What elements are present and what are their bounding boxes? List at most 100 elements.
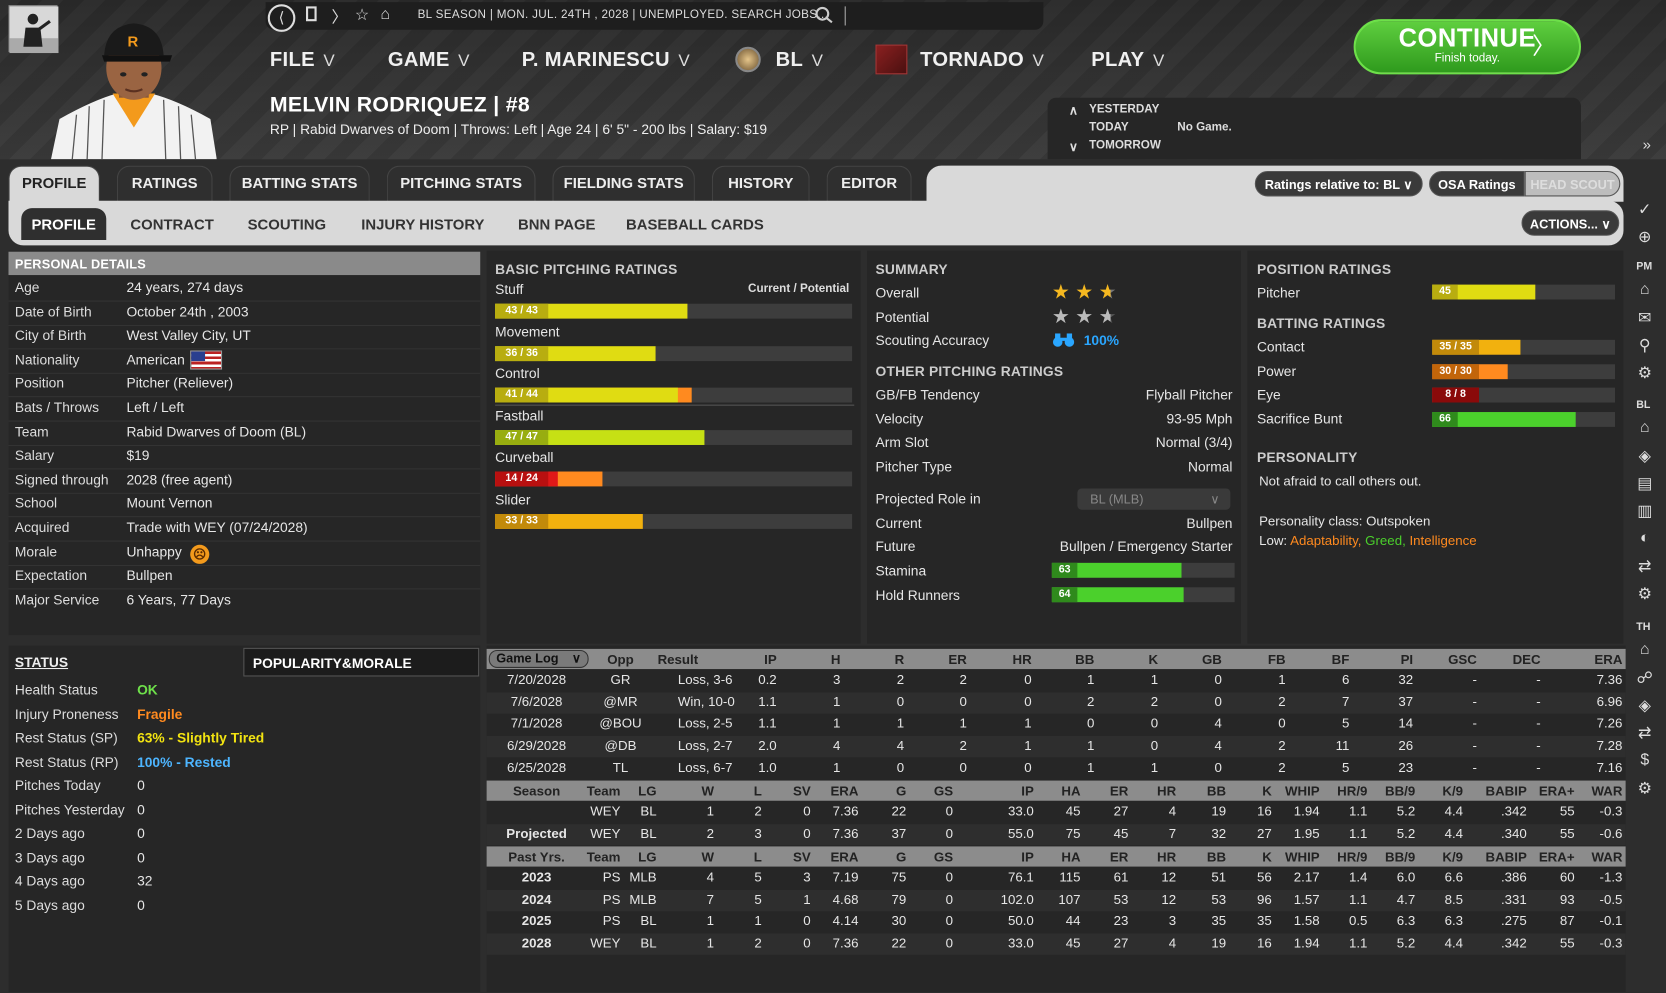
- gear-icon[interactable]: ⚙: [1634, 778, 1655, 798]
- transfer-icon[interactable]: ⇄: [1634, 723, 1655, 742]
- nav-league[interactable]: BL V: [776, 49, 824, 72]
- status-label: 5 Days ago: [14, 896, 85, 913]
- nav-play[interactable]: PLAY V: [1091, 49, 1164, 72]
- ratings-relative-dropdown[interactable]: Ratings relative to: BL ∨: [1254, 170, 1423, 197]
- home-icon[interactable]: ⌂: [1634, 640, 1655, 658]
- game-status-text: BL SEASON | MON. JUL. 24TH , 2028 | UNEM…: [417, 8, 829, 22]
- check-icon[interactable]: ✓: [1634, 200, 1655, 219]
- search-icon[interactable]: ⚲: [1634, 336, 1655, 355]
- gamelog-cell: 4: [896, 738, 905, 754]
- gamelog-cell: 5: [1341, 760, 1350, 776]
- continue-button[interactable]: CONTINUE Finish today. 〉: [1353, 19, 1581, 75]
- home-icon[interactable]: ⌂: [1634, 418, 1655, 436]
- search-icon[interactable]: [814, 5, 835, 24]
- sidebar-section-label: PM: [1636, 261, 1653, 273]
- nav-file[interactable]: FILE V: [270, 49, 335, 72]
- nav-team[interactable]: TORNADO V: [920, 49, 1044, 72]
- schedule-yesterday[interactable]: YESTERDAY: [1089, 103, 1159, 116]
- head-scout-toggle[interactable]: HEAD SCOUT: [1524, 170, 1621, 197]
- gamelog-cell: 0: [1214, 672, 1222, 688]
- tab-ratings[interactable]: RATINGS: [116, 165, 213, 202]
- back-icon[interactable]: ⟨: [267, 4, 296, 32]
- users-icon[interactable]: ☍: [1634, 668, 1655, 687]
- gamelog-cell: 14: [1398, 716, 1414, 732]
- gear-icon[interactable]: ⚙: [1634, 584, 1655, 603]
- map-pin-icon[interactable]: ◈: [1634, 446, 1655, 465]
- schedule-today[interactable]: TODAY: [1089, 121, 1129, 134]
- league-logo-icon: [735, 46, 761, 73]
- ball-icon[interactable]: ◐: [1634, 529, 1655, 547]
- popularity-morale-tab[interactable]: POPULARITY&MORALE: [243, 647, 480, 677]
- chart-icon[interactable]: ▥: [1634, 501, 1655, 520]
- home-icon[interactable]: ⌂: [380, 5, 390, 23]
- gamelog-cell: 26: [1398, 738, 1414, 754]
- past-col-header: HA: [1061, 849, 1081, 865]
- card-icon[interactable]: ▤: [1634, 474, 1655, 493]
- section-divider: [495, 404, 855, 406]
- past-cell: PS: [602, 913, 621, 929]
- page-icon[interactable]: [306, 6, 317, 22]
- star-icon: ★: [1099, 280, 1122, 304]
- chevron-down-icon[interactable]: ∨: [1069, 139, 1078, 154]
- map-pin-icon[interactable]: ◈: [1634, 696, 1655, 715]
- past-cell: MLB: [629, 891, 657, 907]
- schedule-tomorrow[interactable]: TOMORROW: [1089, 139, 1161, 152]
- scouting-label: Scouting Accuracy: [875, 332, 990, 349]
- chevron-up-icon[interactable]: ∧: [1069, 103, 1078, 118]
- search-input[interactable]: [844, 6, 1036, 26]
- gamelog-col-header: ER: [948, 652, 967, 667]
- dollar-icon[interactable]: $: [1634, 751, 1655, 769]
- tab-pitching-stats[interactable]: PITCHING STATS: [386, 165, 536, 202]
- status-tab[interactable]: STATUS: [15, 654, 68, 670]
- subtab-baseball-cards[interactable]: BASEBALL CARDS: [625, 208, 765, 240]
- sidebar-section-label: TH: [1636, 621, 1651, 633]
- season-col-header: Team: [586, 783, 621, 799]
- past-cell: BL: [640, 935, 657, 951]
- detail-value: Left / Left: [126, 399, 185, 416]
- osa-ratings-toggle[interactable]: OSA Ratings: [1429, 170, 1525, 197]
- star-icon: ★: [1051, 305, 1070, 329]
- projected-role-select[interactable]: BL (MLB) ∨: [1077, 488, 1231, 510]
- home-icon[interactable]: ⌂: [1634, 280, 1655, 298]
- detail-label: Bats / Throws: [14, 399, 100, 416]
- subtab-profile[interactable]: PROFILE: [21, 208, 107, 241]
- subtab-contract[interactable]: CONTRACT: [125, 208, 219, 240]
- row-divider: [8, 324, 481, 326]
- expand-icon[interactable]: »: [1643, 136, 1651, 153]
- forward-icon[interactable]: 〉: [332, 5, 348, 27]
- subtab-bnn-page[interactable]: BNN PAGE: [510, 208, 604, 240]
- cap-letter: R: [128, 35, 139, 51]
- detail-value: Pitcher (Reliever): [126, 375, 234, 392]
- gamelog-cell: 1: [1024, 738, 1032, 754]
- tab-editor[interactable]: EDITOR: [826, 165, 912, 202]
- past-cell: 93: [1559, 891, 1575, 907]
- past-col-header: GS: [933, 849, 954, 865]
- gamelog-cell: 0: [1024, 672, 1032, 688]
- past-cell: 23: [1113, 913, 1129, 929]
- tab-batting-stats[interactable]: BATTING STATS: [229, 165, 370, 202]
- globe-icon[interactable]: ⊕: [1634, 227, 1655, 246]
- star-icon[interactable]: ☆: [355, 5, 369, 24]
- gamelog-cell: 2: [1278, 694, 1286, 710]
- past-cell: MLB: [629, 869, 657, 885]
- subtab-injury-history[interactable]: INJURY HISTORY: [357, 208, 489, 240]
- tab-fielding-stats[interactable]: FIELDING STATS: [552, 165, 695, 202]
- past-cell: 55: [1559, 935, 1575, 951]
- gamelog-col-header: HR: [1012, 652, 1032, 667]
- status-label: Health Status: [14, 681, 98, 698]
- season-cell: 1.94: [1293, 803, 1320, 819]
- season-cell: 1.95: [1293, 825, 1320, 841]
- status-value: 0: [137, 825, 145, 842]
- tab-history[interactable]: HISTORY: [711, 165, 810, 202]
- nav-manager[interactable]: P. MARINESCU V: [522, 49, 690, 72]
- transfer-icon[interactable]: ⇄: [1634, 556, 1655, 576]
- chevron-down-icon: V: [1032, 52, 1045, 71]
- gear-icon[interactable]: ⚙: [1634, 363, 1655, 382]
- nav-game[interactable]: GAME V: [388, 49, 470, 72]
- tab-profile[interactable]: PROFILE: [8, 165, 100, 202]
- actions-dropdown[interactable]: ACTIONS... ∨: [1521, 210, 1620, 236]
- mail-icon[interactable]: ✉: [1634, 308, 1655, 327]
- past-cell: -0.5: [1599, 891, 1623, 907]
- subtab-scouting[interactable]: SCOUTING: [240, 208, 334, 240]
- gamelog-cell: -: [1472, 672, 1477, 688]
